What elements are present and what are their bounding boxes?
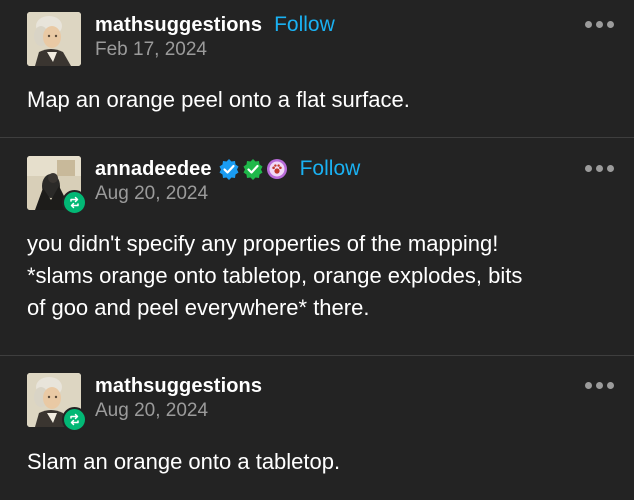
username[interactable]: mathsuggestions	[95, 375, 262, 398]
divider	[0, 137, 634, 138]
post-header: mathsuggestions Follow	[95, 12, 335, 38]
post-header: mathsuggestions	[95, 373, 262, 399]
avatar[interactable]	[27, 12, 81, 66]
post-body-line: you didn't specify any properties of the…	[27, 231, 499, 256]
post-body: Map an orange peel onto a flat surface.	[27, 87, 410, 112]
username[interactable]: mathsuggestions	[95, 14, 262, 37]
divider	[0, 355, 634, 356]
portrait-avatar-icon	[27, 12, 81, 66]
green-verified-badge-icon[interactable]	[242, 158, 264, 180]
reblog-icon	[62, 190, 87, 215]
blue-verified-badge-icon[interactable]	[218, 158, 240, 180]
more-options-icon[interactable]	[585, 21, 614, 28]
username[interactable]: annadeedee	[95, 158, 212, 181]
post-body: Slam an orange onto a tabletop.	[27, 449, 341, 474]
post-date[interactable]: Aug 20, 2024	[95, 400, 208, 422]
post-date[interactable]: Aug 20, 2024	[95, 183, 208, 205]
post-body-line: of goo and peel everywhere* there.	[27, 295, 370, 320]
reblog-icon	[62, 407, 87, 432]
badges	[218, 158, 288, 180]
post-body-line: *slams orange onto tabletop, orange expl…	[27, 263, 523, 288]
more-options-icon[interactable]	[585, 382, 614, 389]
follow-button[interactable]: Follow	[300, 157, 361, 181]
follow-button[interactable]: Follow	[274, 13, 335, 37]
more-options-icon[interactable]	[585, 165, 614, 172]
post-body: you didn't specify any properties of the…	[27, 228, 610, 324]
purple-paw-badge-icon[interactable]	[266, 158, 288, 180]
post-header: annadeedee Follow	[95, 156, 360, 182]
post-date[interactable]: Feb 17, 2024	[95, 39, 207, 61]
